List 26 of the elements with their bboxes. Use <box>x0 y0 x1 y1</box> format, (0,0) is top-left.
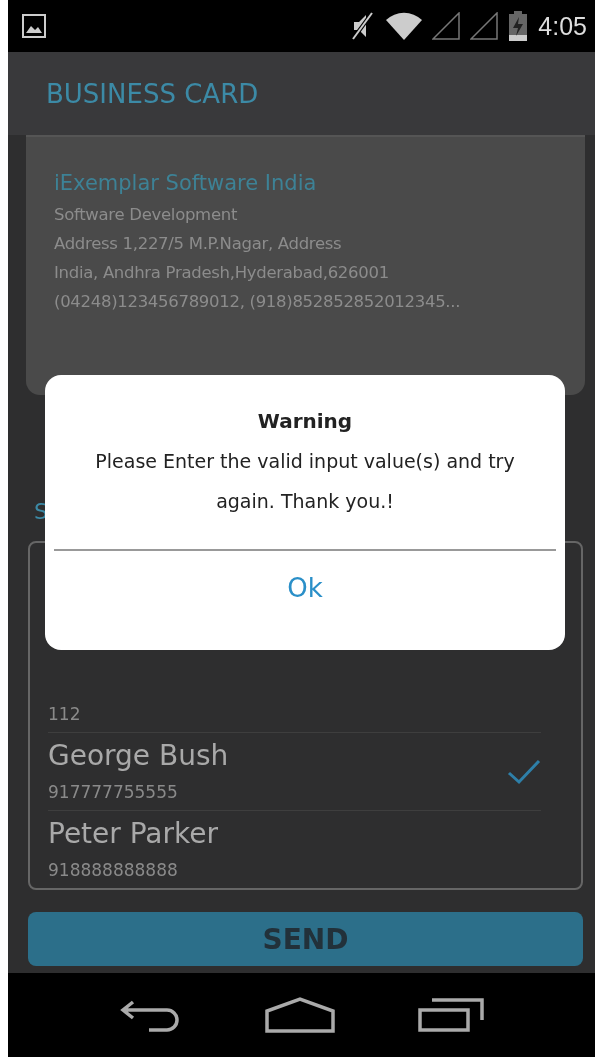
recent-apps-icon[interactable] <box>417 998 484 1032</box>
contact-row[interactable]: Peter Parker 918888888888 <box>48 810 541 888</box>
gallery-icon <box>22 14 46 38</box>
company-name: iExemplar Software India <box>54 171 318 195</box>
card-detail: Software Development <box>54 205 239 224</box>
card-detail: (04248)123456789012, (918)852852852012345... <box>54 292 462 311</box>
contact-number: 112 <box>48 703 81 726</box>
wifi-icon <box>386 12 423 40</box>
contact-number: 917777755555 <box>48 781 178 804</box>
dialog-message: Please Enter the valid input value(s) and try again. Thank you.! <box>94 449 516 514</box>
ok-button[interactable]: Ok <box>277 571 333 605</box>
card-detail: India, Andhra Pradesh,Hyderabad,626001 <box>54 263 390 282</box>
send-button[interactable]: SEND <box>28 912 583 966</box>
dialog-title: Warning <box>257 409 353 433</box>
contact-row[interactable]: George Bush 917777755555 <box>48 732 541 810</box>
screen-title: BUSINESS CARD <box>46 78 259 109</box>
signal-icon <box>432 12 461 40</box>
contact-name: George Bush <box>48 738 229 774</box>
signal-icon <box>470 12 499 40</box>
contact-number: 918888888888 <box>48 859 178 882</box>
contact-name: Peter Parker <box>48 816 218 852</box>
battery-charging-icon <box>508 11 529 41</box>
card-detail: Address 1,227/5 M.P.Nagar, Address <box>54 234 343 253</box>
status-time: 4:05 <box>538 11 587 41</box>
contact-row[interactable]: 112 <box>48 698 541 732</box>
home-icon[interactable] <box>265 997 336 1033</box>
